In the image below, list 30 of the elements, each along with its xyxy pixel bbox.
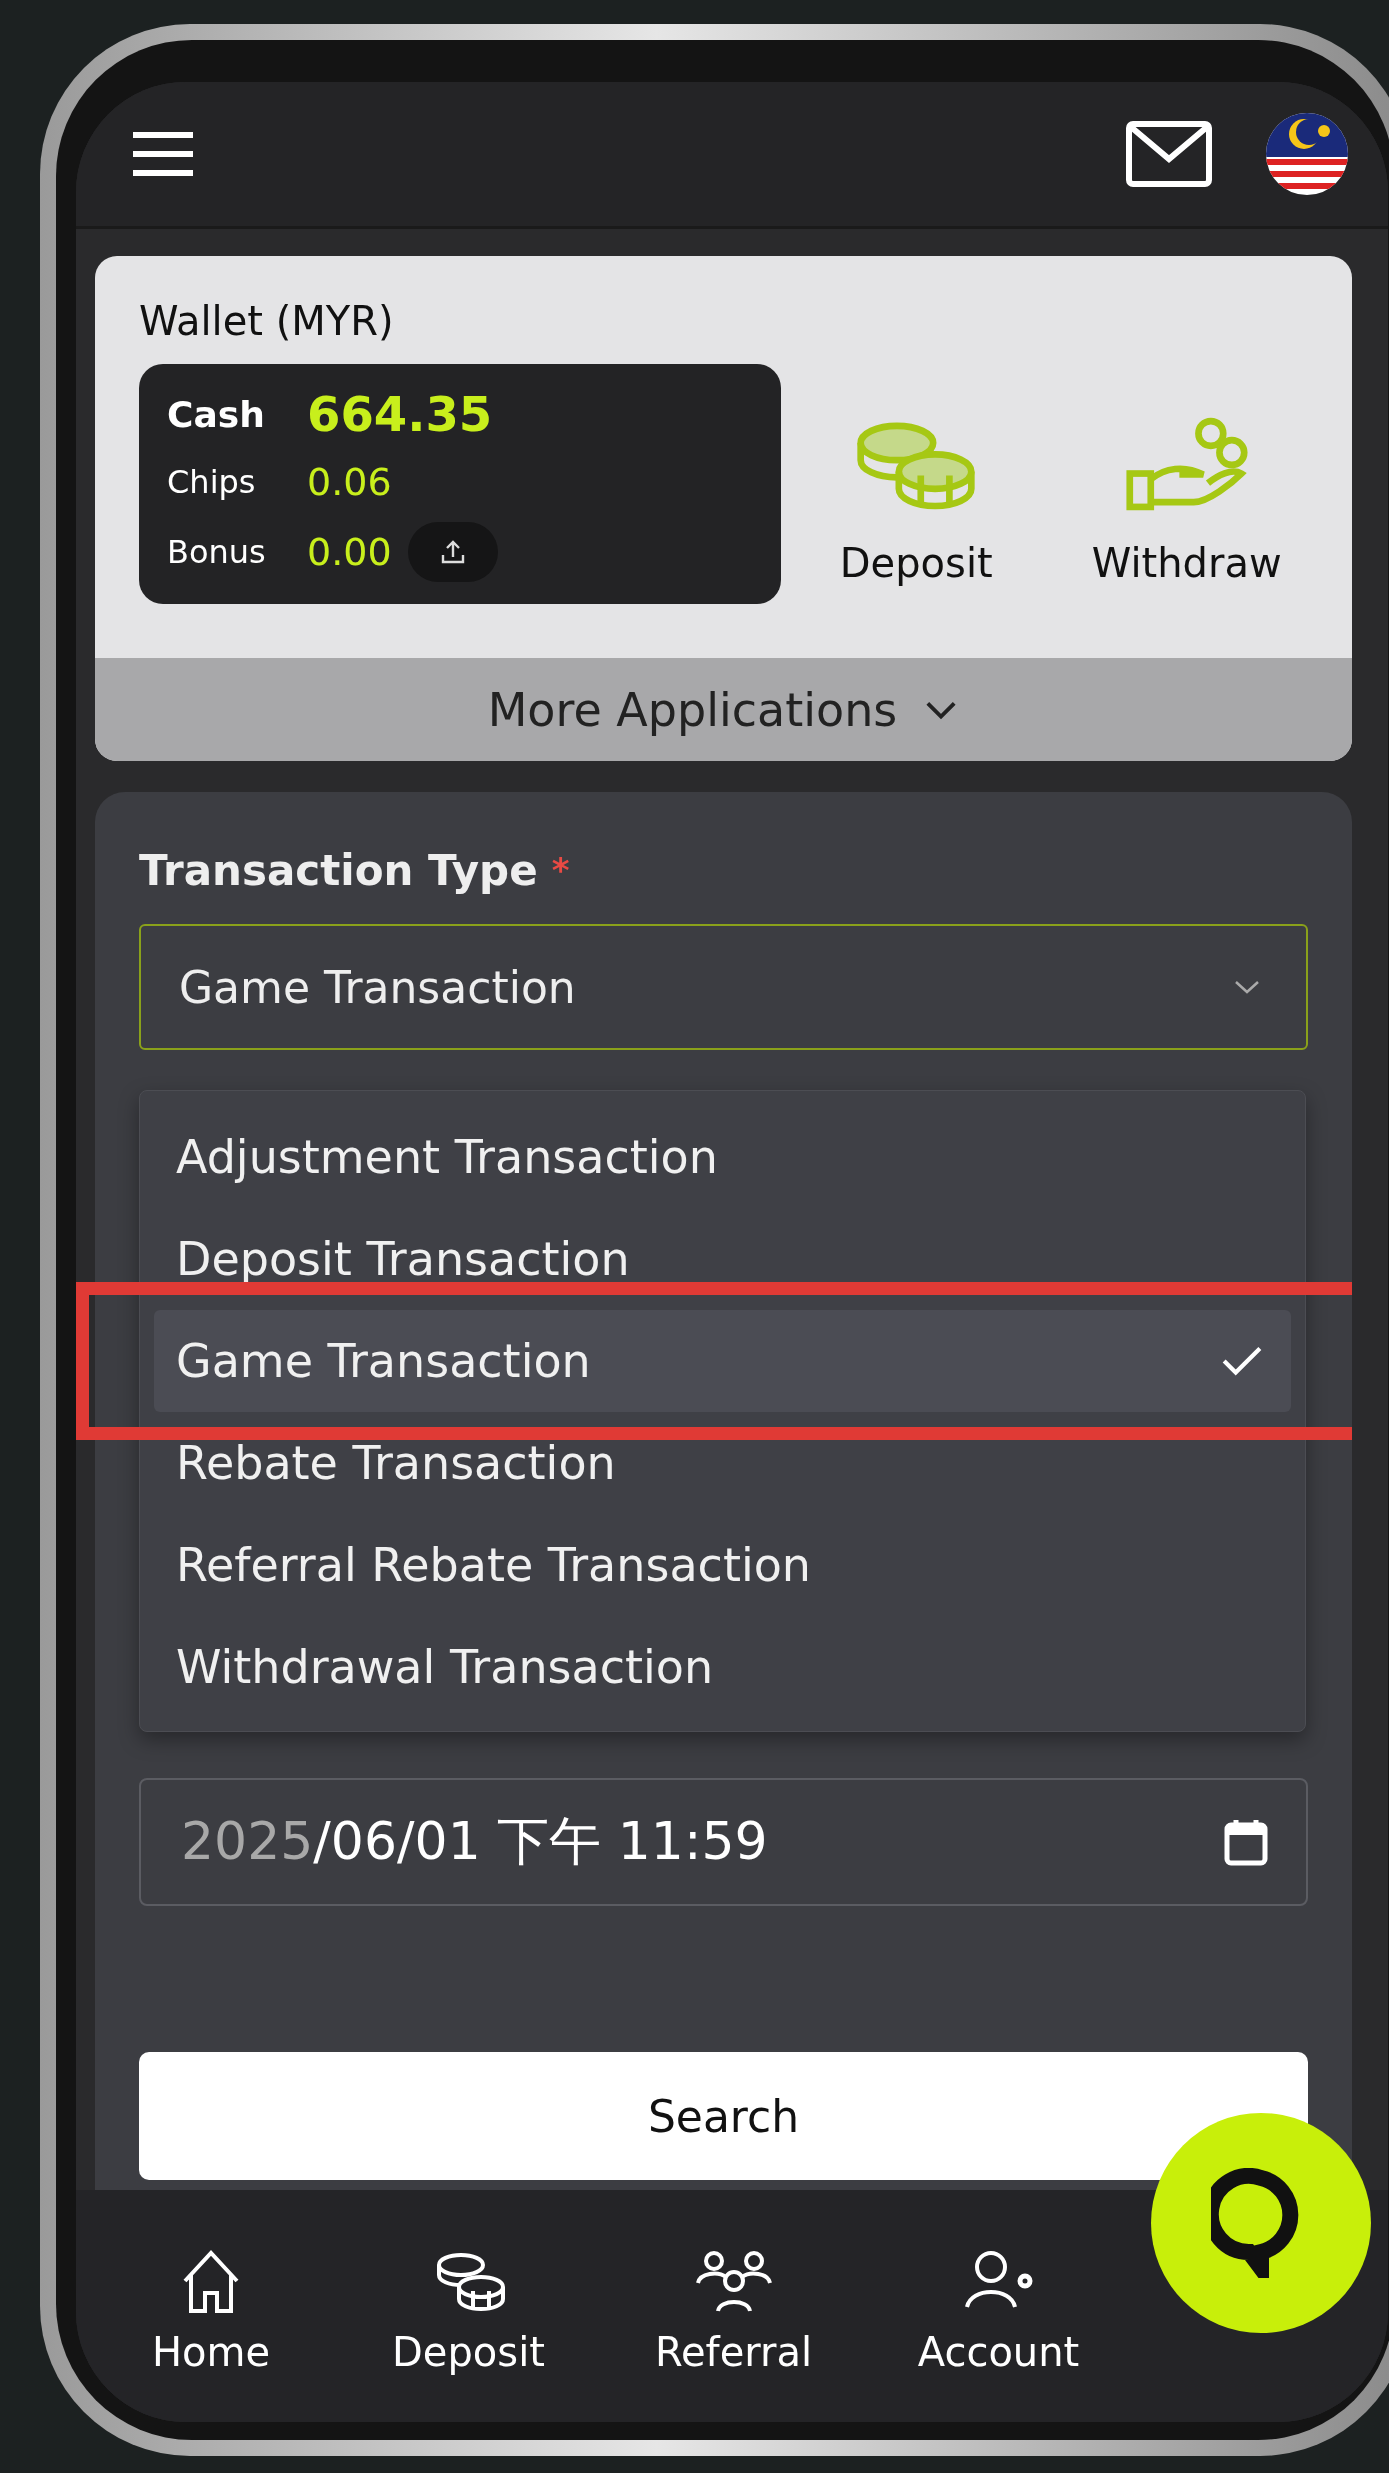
balance-label: Bonus (167, 533, 267, 571)
dropdown-option[interactable]: Game Transaction (154, 1310, 1291, 1412)
check-icon (1221, 1345, 1263, 1377)
required-mark: * (551, 850, 570, 890)
balance-label: Chips (167, 463, 257, 501)
balance-value: 0.00 (307, 530, 392, 574)
nav-item[interactable]: Referral (611, 2245, 856, 2375)
wallet-action[interactable]: Withdraw (1051, 256, 1322, 658)
more-applications-button[interactable]: More Applications (95, 658, 1352, 761)
hand-coins-icon (1124, 416, 1249, 512)
wallet-action[interactable]: Deposit (781, 256, 1052, 658)
transaction-type-select[interactable]: Game Transaction (139, 924, 1308, 1050)
nav-item[interactable]: Account (876, 2245, 1121, 2375)
balance-value: 664.35 (307, 386, 493, 442)
dropdown-option[interactable]: Withdrawal Transaction (154, 1616, 1291, 1718)
end-date-field[interactable]: 2025/06/01 下午 11:59 (139, 1778, 1308, 1906)
dropdown-option[interactable]: Rebate Transaction (154, 1412, 1291, 1514)
nav-item[interactable]: Home (146, 2245, 276, 2375)
dropdown-option[interactable]: Deposit Transaction (154, 1208, 1291, 1310)
nav-item[interactable]: Deposit (346, 2245, 591, 2375)
calendar-icon[interactable] (1224, 1818, 1268, 1866)
menu-icon[interactable] (131, 131, 195, 177)
balance-label: Cash (167, 393, 266, 435)
dropdown-option[interactable]: Adjustment Transaction (154, 1106, 1291, 1208)
balance-value: 0.06 (307, 460, 392, 504)
mail-icon[interactable] (1126, 121, 1212, 187)
search-button[interactable]: Search (139, 2052, 1308, 2180)
wallet-title: Wallet (MYR) (139, 298, 394, 344)
dropdown-option[interactable]: Referral Rebate Transaction (154, 1514, 1291, 1616)
field-label: Transaction Type (139, 845, 538, 895)
